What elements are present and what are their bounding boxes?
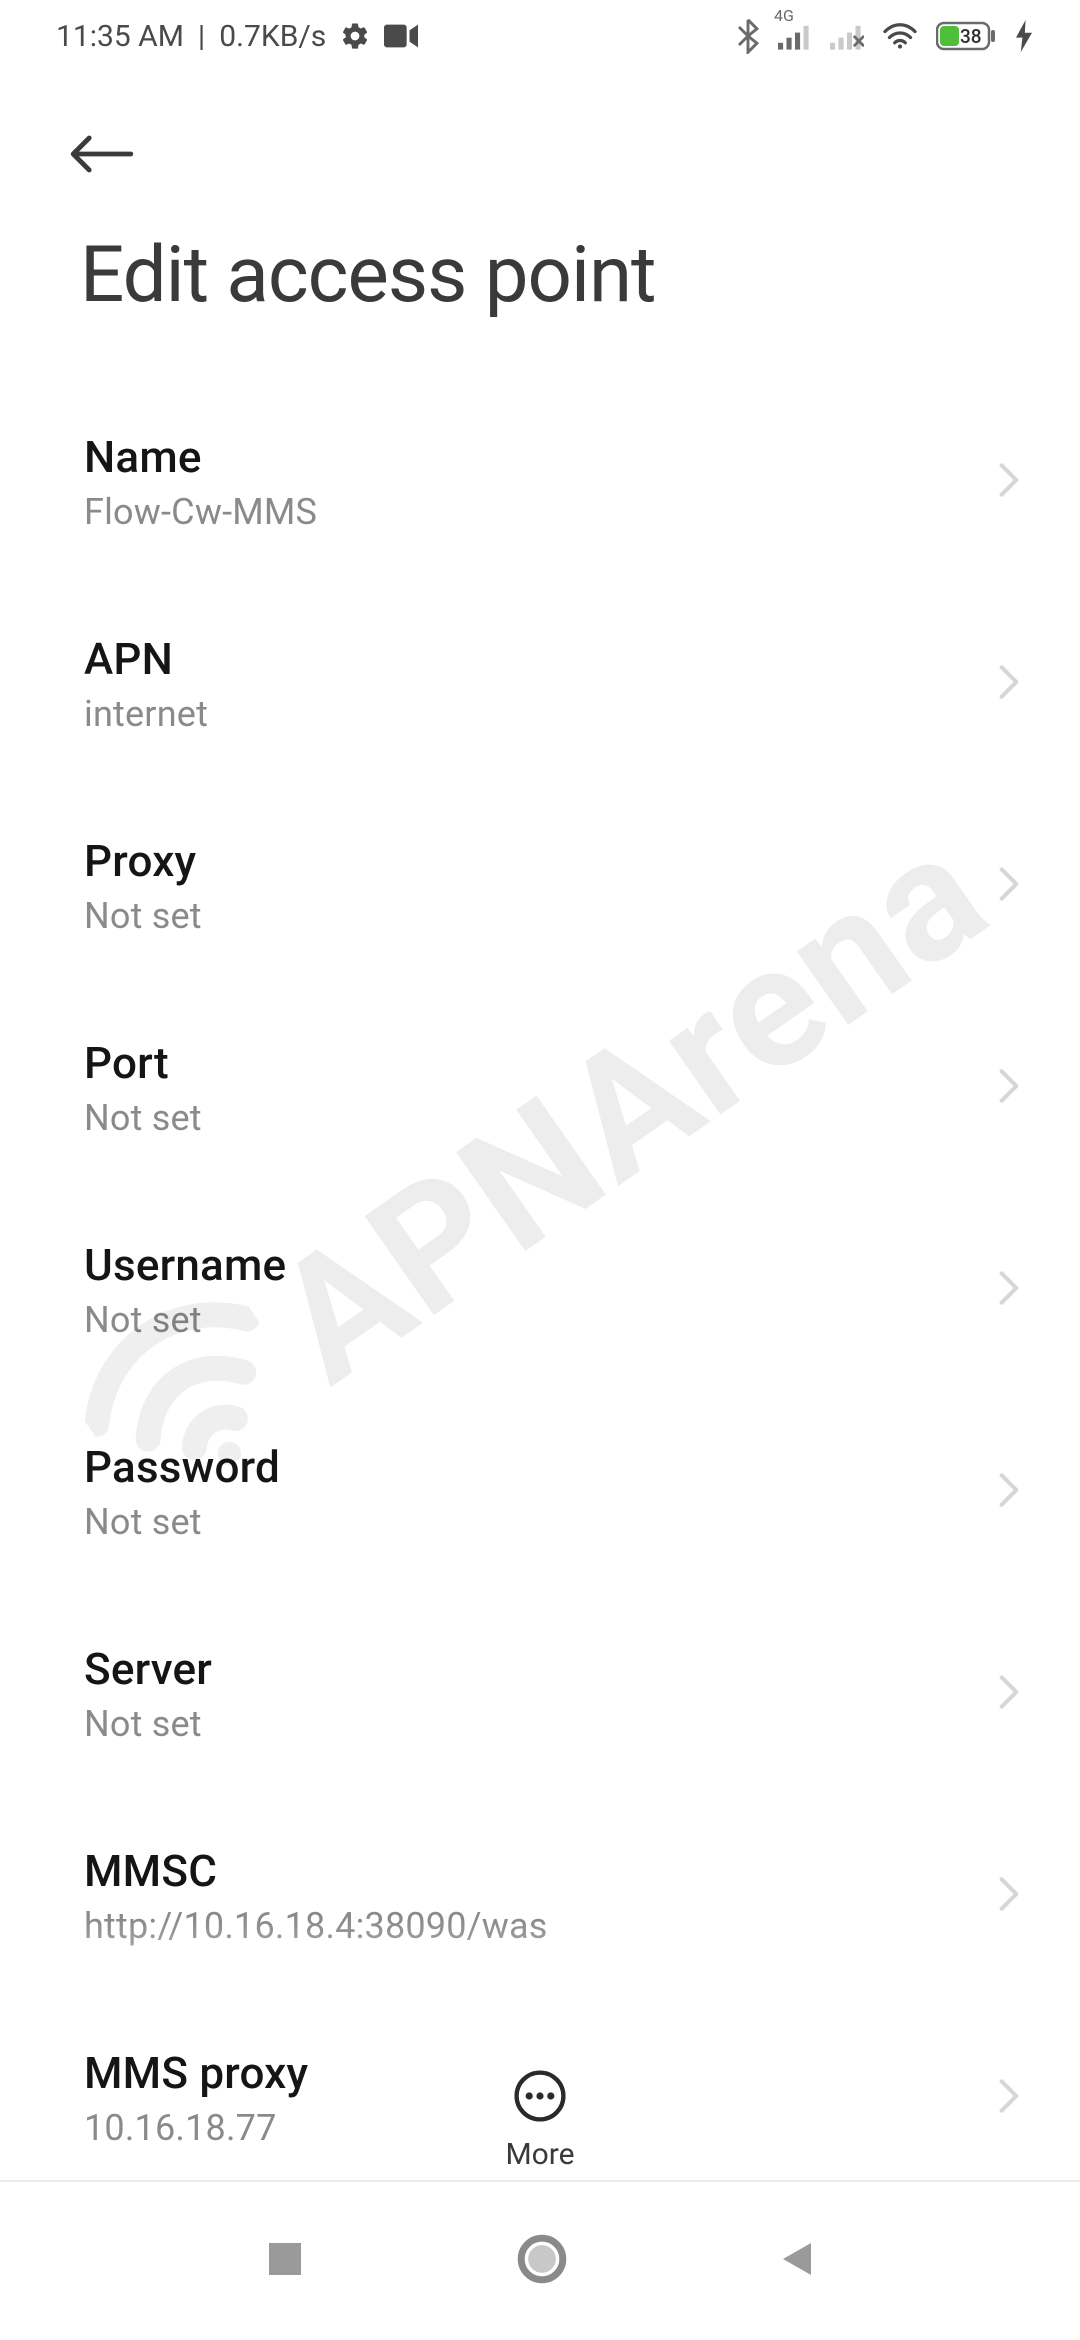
item-value: Flow-Cw-MMS <box>84 491 978 533</box>
more-icon <box>513 2069 567 2123</box>
item-password[interactable]: Password Not set <box>0 1391 1080 1593</box>
settings-list: Name Flow-Cw-MMS APN internet Proxy Not … <box>0 381 1080 2199</box>
bottom-actions: More <box>0 2069 1080 2172</box>
nav-home-button[interactable] <box>516 2233 568 2289</box>
more-button[interactable] <box>513 2069 567 2127</box>
header-bar <box>0 72 1080 220</box>
network-type-label: 4G <box>774 6 794 25</box>
item-name[interactable]: Name Flow-Cw-MMS <box>0 381 1080 583</box>
bluetooth-icon <box>736 18 760 54</box>
chevron-right-icon <box>998 1067 1020 1109</box>
item-value: Not set <box>84 1097 978 1139</box>
item-mmsc[interactable]: MMSC http://10.16.18.4:38090/was <box>0 1795 1080 1997</box>
gear-icon <box>340 21 370 51</box>
status-time: 11:35 AM <box>56 19 184 54</box>
chevron-right-icon <box>998 1673 1020 1715</box>
signal-sim1-icon: 4G <box>778 22 812 50</box>
more-label: More <box>505 2137 574 2172</box>
back-button[interactable] <box>70 161 134 180</box>
item-label: Port <box>84 1037 978 1089</box>
status-bar-right: 4G 38 <box>736 18 1032 54</box>
circle-icon <box>516 2233 568 2285</box>
item-username[interactable]: Username Not set <box>0 1189 1080 1391</box>
nav-back-button[interactable] <box>779 2239 815 2283</box>
item-proxy[interactable]: Proxy Not set <box>0 785 1080 987</box>
item-label: Password <box>84 1441 978 1493</box>
chevron-right-icon <box>998 663 1020 705</box>
item-value: Not set <box>84 1703 978 1745</box>
wifi-icon <box>882 21 918 51</box>
status-net-rate: 0.7KB/s <box>219 19 326 54</box>
triangle-left-icon <box>779 2239 815 2279</box>
item-value: Not set <box>84 1501 978 1543</box>
item-label: Name <box>84 431 978 483</box>
item-value: http://10.16.18.4:38090/was <box>84 1905 978 1947</box>
status-separator: | <box>198 19 205 54</box>
page-title: Edit access point <box>0 220 1080 381</box>
signal-sim2-icon <box>830 22 864 50</box>
chevron-right-icon <box>998 1471 1020 1513</box>
chevron-right-icon <box>998 1875 1020 1917</box>
charging-icon <box>1016 20 1032 52</box>
item-apn[interactable]: APN internet <box>0 583 1080 785</box>
chevron-right-icon <box>998 461 1020 503</box>
battery-icon: 38 <box>936 20 998 52</box>
item-server[interactable]: Server Not set <box>0 1593 1080 1795</box>
item-value: internet <box>84 693 978 735</box>
nav-recent-button[interactable] <box>265 2239 305 2283</box>
system-nav-bar <box>0 2180 1080 2340</box>
chevron-right-icon <box>998 865 1020 907</box>
square-icon <box>265 2239 305 2279</box>
item-label: APN <box>84 633 978 685</box>
battery-percentage: 38 <box>960 25 982 48</box>
item-label: MMSC <box>84 1845 978 1897</box>
item-label: Username <box>84 1239 978 1291</box>
item-label: Proxy <box>84 835 978 887</box>
item-label: Server <box>84 1643 978 1695</box>
item-value: Not set <box>84 895 978 937</box>
chevron-right-icon <box>998 1269 1020 1311</box>
video-icon <box>384 24 418 48</box>
arrow-left-icon <box>70 132 134 176</box>
status-bar: 11:35 AM | 0.7KB/s 4G 38 <box>0 0 1080 72</box>
item-value: Not set <box>84 1299 978 1341</box>
item-port[interactable]: Port Not set <box>0 987 1080 1189</box>
status-bar-left: 11:35 AM | 0.7KB/s <box>56 19 418 54</box>
